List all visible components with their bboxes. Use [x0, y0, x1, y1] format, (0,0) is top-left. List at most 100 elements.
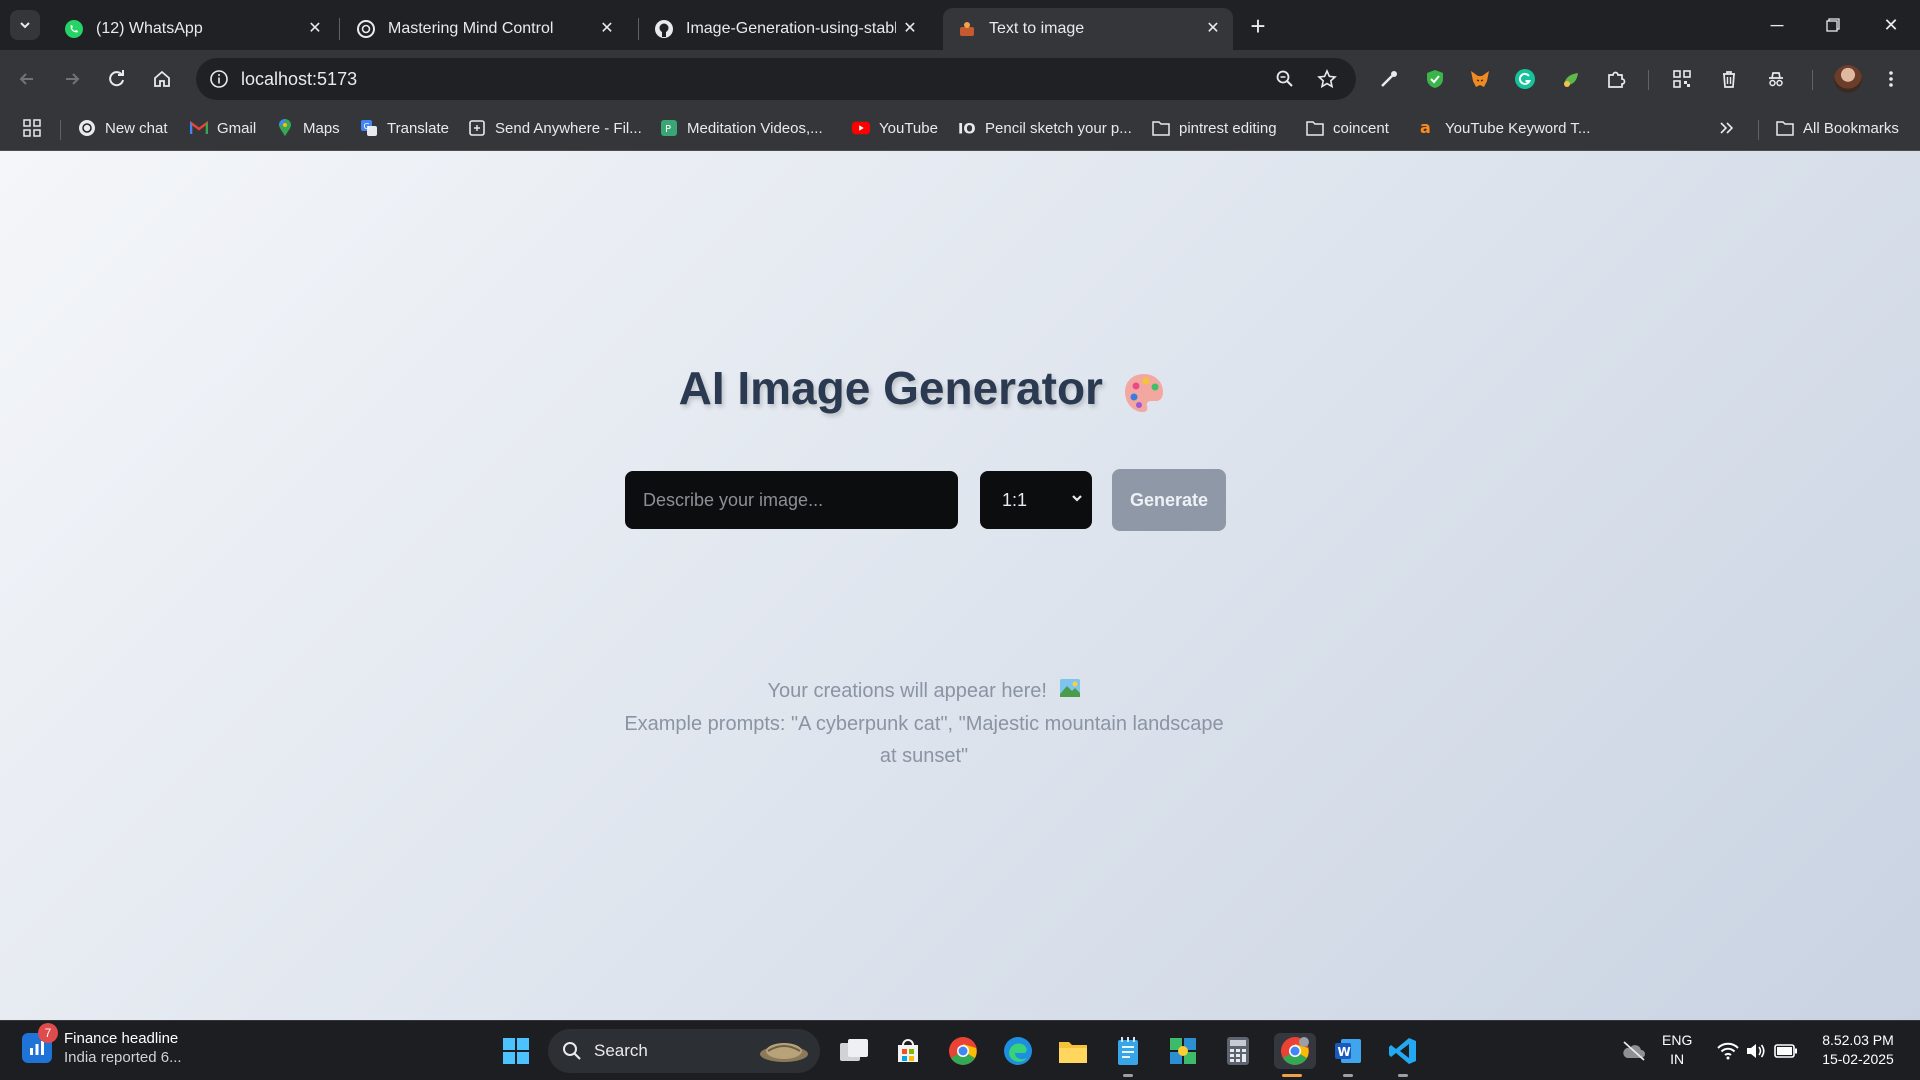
close-icon[interactable]: ✕ [305, 18, 325, 38]
restore-icon[interactable] [1818, 10, 1848, 40]
bookmark-separator [60, 120, 61, 140]
page-viewport: AI Image Generator 1:1 Generate Your cre… [0, 151, 1920, 1020]
url-text[interactable]: localhost:5173 [241, 69, 357, 90]
chrome-active-icon[interactable] [1274, 1033, 1316, 1077]
github-icon [654, 19, 674, 39]
shield-icon[interactable] [1420, 64, 1450, 94]
all-bookmarks[interactable]: All Bookmarks [1776, 115, 1899, 141]
address-bar[interactable]: localhost:5173 [196, 58, 1356, 100]
running-indicator [1282, 1074, 1302, 1077]
close-icon[interactable]: ✕ [597, 18, 617, 38]
svg-text:P: P [665, 124, 671, 135]
photo-app-icon[interactable] [1165, 1033, 1201, 1069]
site-info-icon[interactable] [204, 64, 234, 94]
clock[interactable]: 8.52.03 PM 15-02-2025 [1816, 1031, 1900, 1069]
svg-text:a: a [1420, 119, 1431, 137]
tab-whatsapp[interactable]: (12) WhatsApp ✕ [50, 8, 335, 50]
extension-leaf-icon[interactable] [1556, 64, 1586, 94]
palette-icon [1121, 370, 1167, 421]
taskbar-search-label: Search [594, 1041, 648, 1060]
news-subtext: India reported 6... [64, 1049, 182, 1066]
generate-button[interactable]: Generate [1112, 469, 1226, 531]
profile-avatar[interactable] [1834, 65, 1862, 93]
news-widget[interactable]: 7 Finance headline India reported 6... [22, 1023, 182, 1066]
prompt-input[interactable] [625, 471, 958, 529]
picture-icon [1059, 676, 1081, 708]
new-tab-button[interactable]: + [1244, 11, 1272, 41]
tab-github-image-generation[interactable]: Image-Generation-using-stable ✕ [640, 8, 930, 50]
home-icon[interactable] [147, 64, 177, 94]
grammarly-icon[interactable] [1510, 64, 1540, 94]
page-title: AI Image Generator [678, 362, 1103, 414]
metamask-fox-icon[interactable] [1465, 64, 1495, 94]
tab-mastering-mind-control[interactable]: Mastering Mind Control ✕ [342, 8, 627, 50]
search-highlight-icon [760, 1043, 808, 1062]
openai-icon [356, 19, 376, 39]
trash-icon[interactable] [1714, 64, 1744, 94]
bookmark-translate[interactable]: G Translate [360, 115, 449, 141]
minimize-icon[interactable]: ─ [1762, 10, 1792, 40]
bookmark-coincent[interactable]: coincent [1306, 115, 1389, 141]
youtube-icon [852, 119, 870, 137]
openai-icon [78, 119, 96, 137]
incognito-icon[interactable] [1761, 64, 1791, 94]
bookmark-youtube[interactable]: YouTube [852, 115, 938, 141]
bookmark-pencil-sketch[interactable]: IO Pencil sketch your p... [958, 115, 1132, 141]
aspect-ratio-value: 1:1 [1002, 489, 1028, 510]
bookmark-star-icon[interactable] [1314, 66, 1340, 92]
translate-icon: G [360, 119, 378, 137]
apps-icon[interactable] [22, 115, 42, 141]
calculator-icon[interactable] [1220, 1033, 1256, 1069]
bookmark-label: pintrest editing [1179, 119, 1277, 137]
tab-text-to-image[interactable]: Text to image ✕ [943, 8, 1233, 50]
more-bookmarks-icon[interactable] [1718, 115, 1734, 141]
bookmark-new-chat[interactable]: New chat [78, 115, 168, 141]
window-close-icon[interactable]: ✕ [1876, 10, 1906, 40]
tab-search-button[interactable] [10, 10, 40, 40]
zoom-icon[interactable] [1272, 66, 1298, 92]
close-icon[interactable]: ✕ [900, 18, 920, 38]
bookmark-pintrest-editing[interactable]: pintrest editing [1152, 115, 1277, 141]
bookmark-label: Translate [387, 119, 449, 137]
reload-icon[interactable] [102, 64, 132, 94]
bookmark-maps[interactable]: Maps [276, 115, 340, 141]
clock-date: 15-02-2025 [1822, 1051, 1894, 1067]
edge-icon[interactable] [1000, 1033, 1036, 1069]
close-icon[interactable]: ✕ [1203, 18, 1223, 38]
aspect-ratio-select[interactable]: 1:1 [980, 471, 1092, 529]
bookmark-gmail[interactable]: Gmail [190, 115, 256, 141]
running-indicator [1123, 1074, 1133, 1077]
language-indicator[interactable]: ENG IN [1662, 1031, 1692, 1069]
bookmark-send-anywhere[interactable]: Send Anywhere - Fil... [468, 115, 642, 141]
bookmark-label: Pencil sketch your p... [985, 119, 1132, 137]
onedrive-offline-icon[interactable] [1616, 1033, 1652, 1069]
tab-separator [638, 18, 639, 40]
tab-separator [339, 18, 340, 40]
bookmark-youtube-keyword[interactable]: a YouTube Keyword T... [1418, 115, 1590, 141]
file-explorer-icon[interactable] [1055, 1033, 1091, 1069]
more-menu-icon[interactable] [1876, 64, 1906, 94]
taskbar-search[interactable]: Search [548, 1029, 820, 1073]
word-icon[interactable]: W [1330, 1033, 1366, 1077]
browser-toolbar: localhost:5173 [0, 50, 1920, 107]
qr-code-icon[interactable] [1667, 64, 1697, 94]
back-icon[interactable] [12, 64, 42, 94]
task-view-icon[interactable] [836, 1033, 872, 1069]
toolbar-separator [1812, 70, 1813, 90]
news-text: Finance headline India reported 6... [64, 1030, 182, 1066]
bookmark-meditation[interactable]: P Meditation Videos,... [660, 115, 823, 141]
eyedropper-icon[interactable] [1374, 64, 1404, 94]
forward-icon[interactable] [57, 64, 87, 94]
vscode-icon[interactable] [1385, 1033, 1421, 1077]
bookmark-label: Send Anywhere - Fil... [495, 119, 642, 137]
chrome-icon[interactable] [945, 1033, 981, 1069]
tab-strip: (12) WhatsApp ✕ Mastering Mind Control ✕… [0, 0, 1920, 50]
language-line-2: IN [1670, 1051, 1685, 1067]
notepad-icon[interactable] [1110, 1033, 1146, 1077]
bookmark-label: Meditation Videos,... [687, 119, 823, 137]
battery-icon[interactable] [1768, 1033, 1804, 1069]
puzzle-icon[interactable] [1601, 64, 1631, 94]
windows-start-icon[interactable] [498, 1033, 534, 1069]
bookmark-separator [1758, 120, 1759, 140]
microsoft-store-icon[interactable] [890, 1033, 926, 1069]
